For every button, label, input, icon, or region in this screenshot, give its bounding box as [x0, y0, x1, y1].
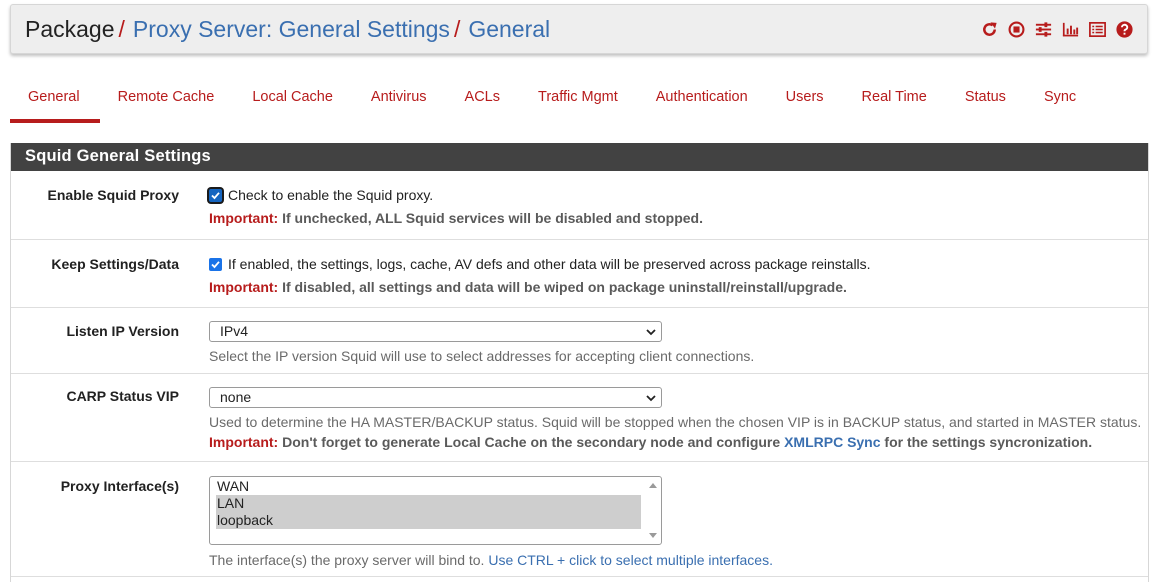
proxy-interfaces-help: The interface(s) the proxy server will b…: [209, 552, 773, 568]
tab-users[interactable]: Users: [768, 78, 844, 123]
scroll-up-arrow-icon[interactable]: [649, 483, 657, 488]
row-enable-squid: Enable Squid Proxy Check to enable the S…: [11, 171, 1148, 240]
tab-authentication[interactable]: Authentication: [638, 78, 768, 123]
tab-local-cache[interactable]: Local Cache: [234, 78, 353, 123]
breadcrumb-separator: /: [453, 15, 461, 42]
log-list-icon[interactable]: [1087, 19, 1108, 40]
xmlrpc-sync-link[interactable]: XMLRPC Sync: [784, 434, 880, 450]
settings-panel: Squid General Settings Enable Squid Prox…: [10, 143, 1149, 582]
listbox-scrollbar[interactable]: [647, 478, 660, 543]
keep-settings-label: Keep Settings/Data: [51, 256, 179, 272]
scroll-down-arrow-icon[interactable]: [649, 533, 657, 538]
interface-option-wan[interactable]: WAN: [216, 478, 641, 495]
row-keep-settings: Keep Settings/Data If enabled, the setti…: [11, 240, 1148, 308]
tab-status[interactable]: Status: [947, 78, 1026, 123]
listen-ip-content: IPv4 Select the IP version Squid will us…: [209, 321, 754, 364]
carp-vip-content: none Used to determine the HA MASTER/BAC…: [209, 387, 1141, 450]
proxy-interfaces-content: WAN LAN loopback The interface(s) the pr…: [209, 476, 773, 568]
carp-vip-help: Used to determine the HA MASTER/BACKUP s…: [209, 414, 1142, 430]
breadcrumb-link-proxy-server[interactable]: Proxy Server: General Settings: [133, 16, 450, 43]
tab-antivirus[interactable]: Antivirus: [353, 78, 447, 123]
row-carp-vip: CARP Status VIP none Used to determine t…: [11, 374, 1148, 462]
enable-squid-checkbox[interactable]: [209, 189, 222, 202]
tab-remote-cache[interactable]: Remote Cache: [100, 78, 235, 123]
row-listen-ip: Listen IP Version IPv4 Select the IP ver…: [11, 308, 1148, 374]
sliders-icon[interactable]: [1033, 19, 1054, 40]
header-icon-bar: [979, 19, 1135, 40]
keep-settings-content: If enabled, the settings, logs, cache, A…: [209, 256, 871, 295]
multi-select-hint-link[interactable]: Use CTRL + click to select multiple inte…: [488, 552, 773, 568]
chevron-down-icon: [646, 329, 656, 336]
enable-squid-important: Important: If unchecked, ALL Squid servi…: [209, 210, 703, 226]
carp-vip-label: CARP Status VIP: [66, 388, 179, 404]
enable-squid-label: Enable Squid Proxy: [47, 187, 179, 203]
keep-settings-checkbox[interactable]: [209, 258, 222, 271]
listen-ip-label: Listen IP Version: [66, 323, 179, 339]
listen-ip-help: Select the IP version Squid will use to …: [209, 348, 755, 364]
row-proxy-interfaces: Proxy Interface(s) WAN LAN loopback The …: [11, 462, 1148, 577]
enable-squid-content: Check to enable the Squid proxy. Importa…: [209, 187, 703, 226]
breadcrumb-link-general[interactable]: General: [468, 16, 550, 43]
proxy-interfaces-listbox[interactable]: WAN LAN loopback: [209, 476, 662, 545]
tab-sync[interactable]: Sync: [1026, 78, 1096, 123]
tab-general[interactable]: General: [10, 78, 100, 123]
breadcrumb: Package / Proxy Server: General Settings…: [25, 16, 550, 43]
bar-chart-icon[interactable]: [1060, 19, 1081, 40]
tab-bar: General Remote Cache Local Cache Antivir…: [10, 78, 1096, 123]
listen-ip-select[interactable]: IPv4: [209, 321, 662, 342]
breadcrumb-root: Package: [25, 15, 115, 42]
keep-settings-important: Important: If disabled, all settings and…: [209, 279, 847, 295]
page-header: Package / Proxy Server: General Settings…: [10, 4, 1148, 54]
panel-title: Squid General Settings: [11, 143, 1148, 171]
breadcrumb-separator: /: [118, 15, 125, 42]
chevron-down-icon: [646, 395, 656, 402]
help-icon[interactable]: [1114, 19, 1135, 40]
keep-settings-text: If enabled, the settings, logs, cache, A…: [228, 256, 871, 272]
interface-option-lan[interactable]: LAN: [216, 495, 641, 512]
enable-squid-text: Check to enable the Squid proxy.: [228, 187, 434, 203]
carp-vip-select[interactable]: none: [209, 387, 662, 408]
proxy-interfaces-label: Proxy Interface(s): [60, 478, 179, 494]
tab-traffic-mgmt[interactable]: Traffic Mgmt: [520, 78, 638, 123]
interface-option-loopback[interactable]: loopback: [216, 512, 641, 529]
carp-vip-important: Important: Don't forget to generate Loca…: [209, 434, 1093, 450]
reload-icon[interactable]: [979, 19, 1000, 40]
tab-acls[interactable]: ACLs: [447, 78, 520, 123]
tab-real-time[interactable]: Real Time: [844, 78, 947, 123]
stop-icon[interactable]: [1006, 19, 1027, 40]
